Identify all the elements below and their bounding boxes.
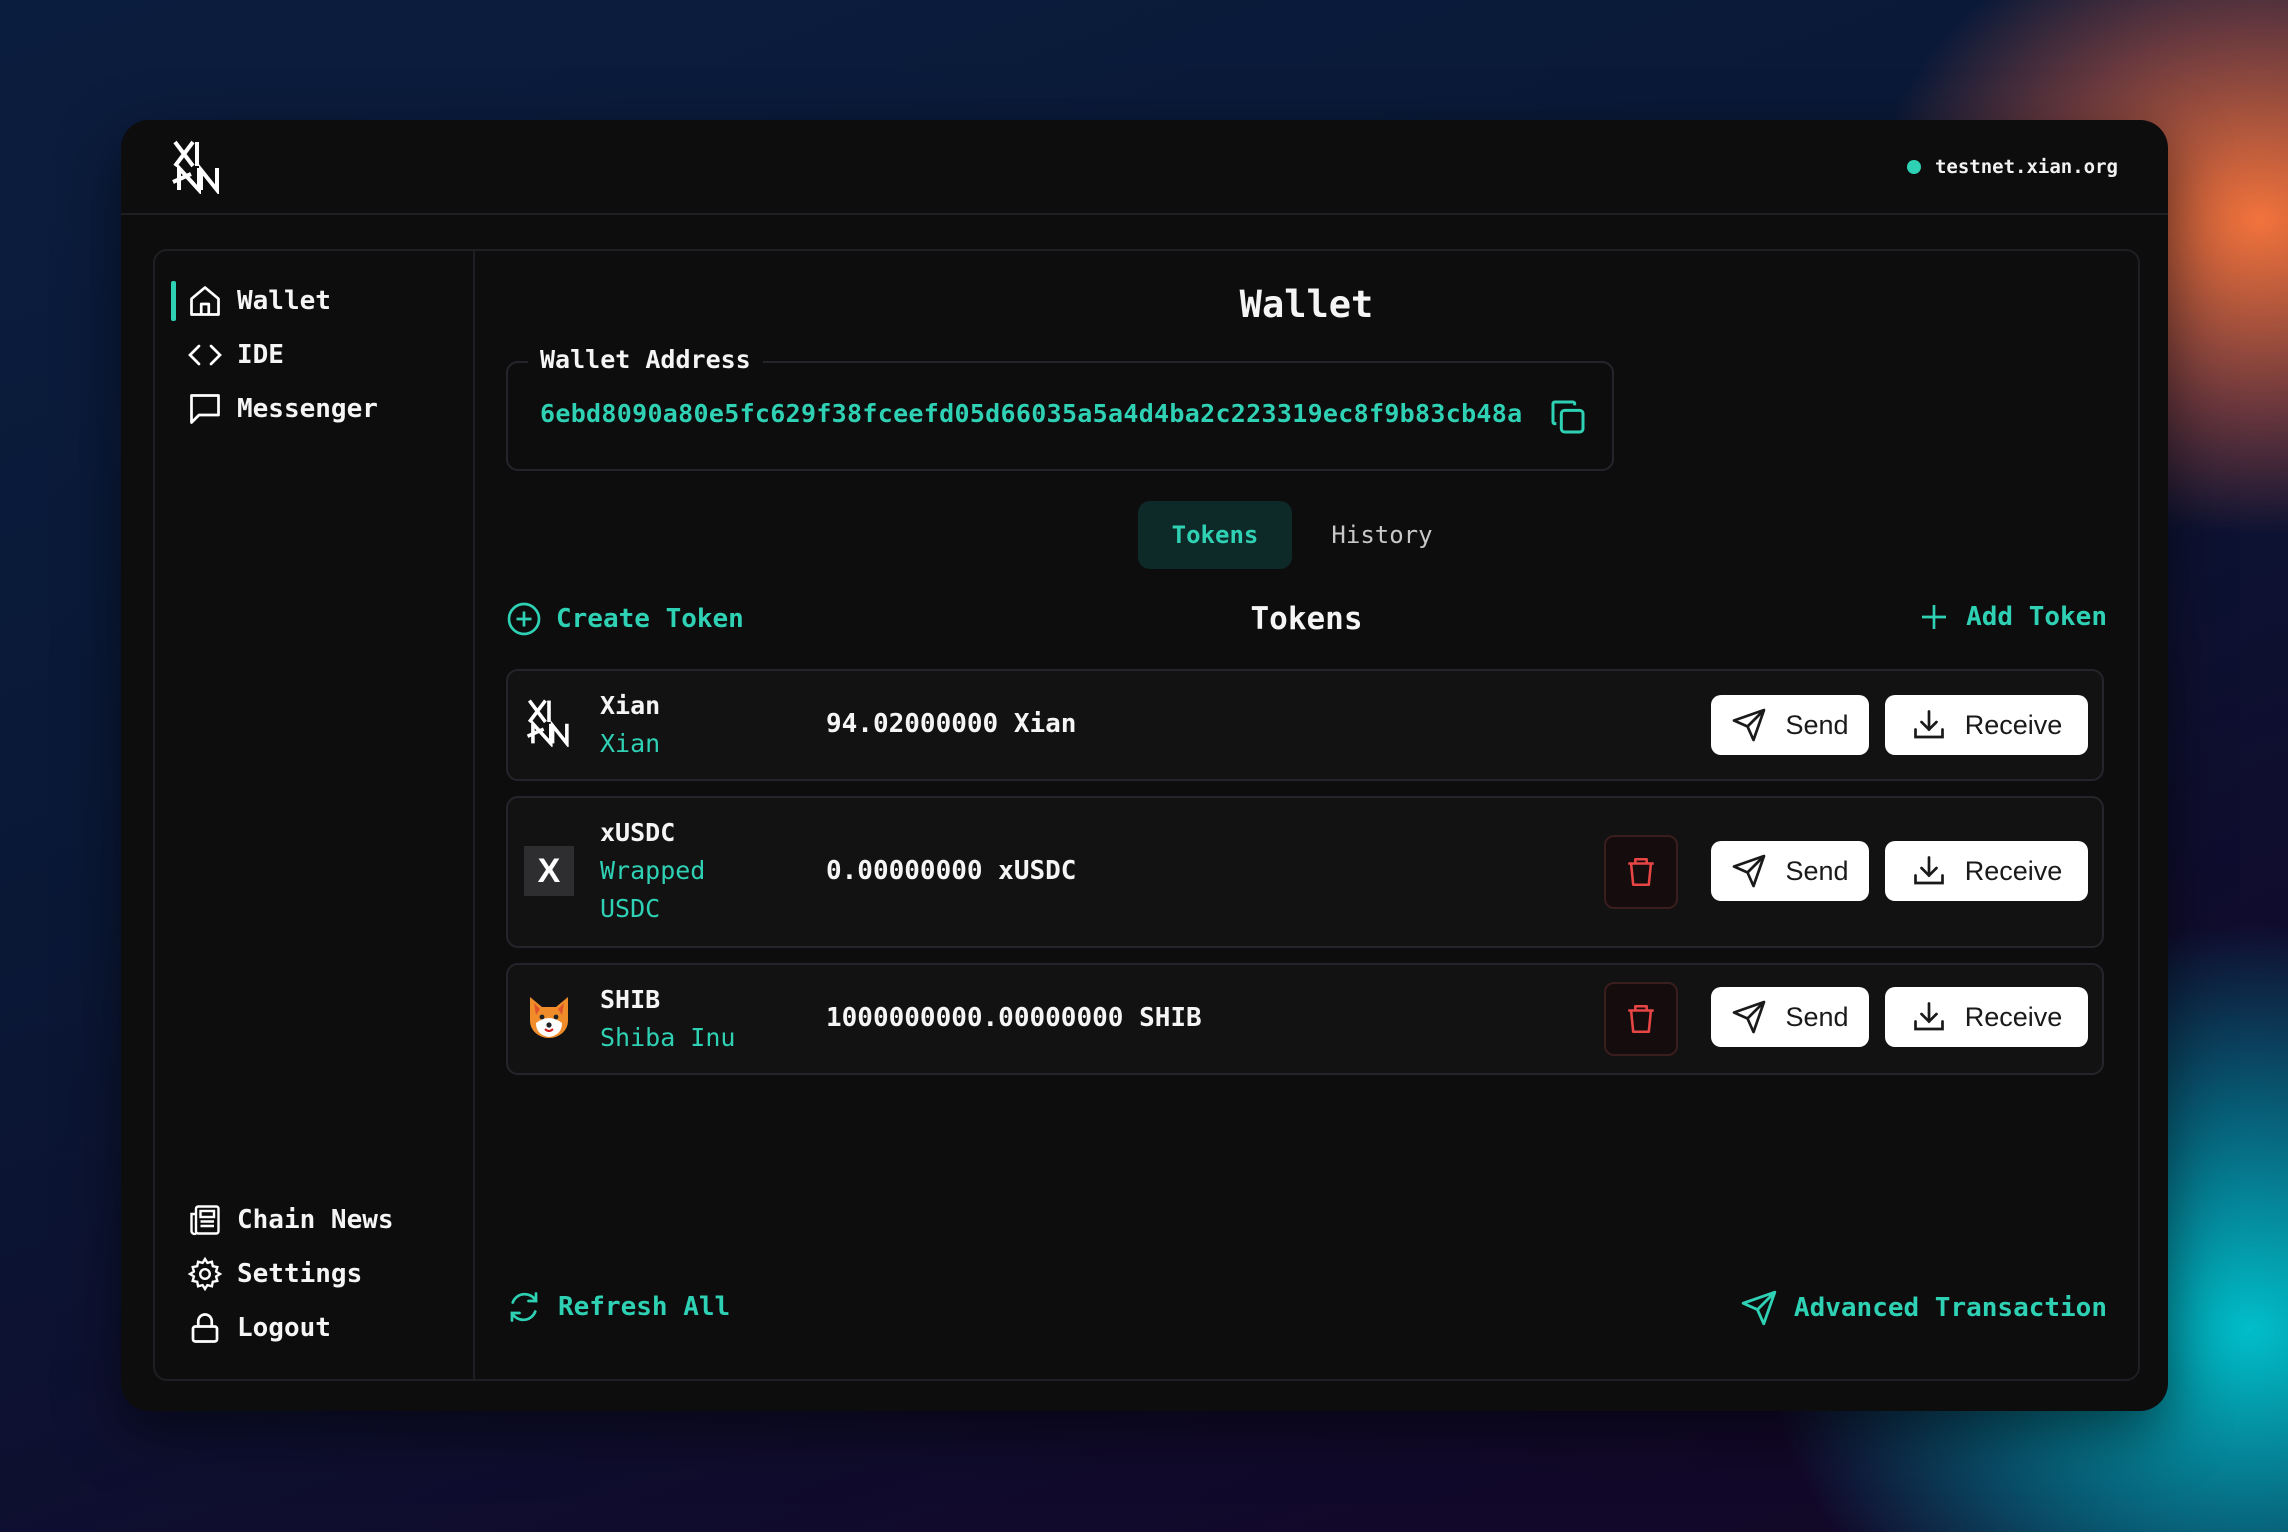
- message-icon: [190, 394, 220, 424]
- delete-token-button[interactable]: [1604, 982, 1678, 1056]
- sidebar-item-ide[interactable]: IDE: [187, 333, 284, 377]
- receive-label: Receive: [1964, 709, 2063, 740]
- sidebar-item-label: Logout: [237, 1313, 331, 1343]
- sidebar-item-label: Settings: [237, 1259, 363, 1289]
- status-dot: [1906, 160, 1921, 174]
- add-token-button[interactable]: Add Token: [1918, 601, 2107, 633]
- token-symbol: xUSDC: [600, 818, 676, 847]
- main-content: Wallet Wallet Address 6ebd8090a80e5fc629…: [475, 251, 2138, 1379]
- xian-logo-icon: [526, 699, 569, 747]
- code-icon: [188, 344, 222, 366]
- delete-token-button[interactable]: [1604, 835, 1678, 909]
- create-token-button[interactable]: Create Token: [506, 601, 744, 637]
- receive-button[interactable]: Receive: [1885, 695, 2088, 755]
- send-icon: [1733, 854, 1766, 888]
- send-icon: [1741, 1290, 1777, 1326]
- refresh-all-label: Refresh All: [558, 1292, 731, 1322]
- token-row: SHIB Shiba Inu 1000000000.00000000 SHIB …: [506, 963, 2104, 1075]
- newspaper-icon: [190, 1205, 220, 1236]
- wallet-address-box: Wallet Address 6ebd8090a80e5fc629f38fcee…: [506, 345, 1614, 471]
- x-token-icon: X: [524, 846, 574, 896]
- plus-circle-icon: [507, 602, 541, 636]
- xian-logo-icon[interactable]: [171, 138, 223, 194]
- receive-button[interactable]: Receive: [1885, 987, 2088, 1047]
- token-name: Wrapped USDC: [600, 856, 706, 923]
- sidebar-item-messenger[interactable]: Messenger: [187, 387, 378, 431]
- create-token-label: Create Token: [556, 604, 744, 634]
- receive-button[interactable]: Receive: [1885, 841, 2088, 901]
- download-icon: [1913, 1002, 1944, 1031]
- refresh-icon: [510, 1292, 538, 1322]
- download-icon: [1913, 856, 1944, 885]
- sidebar: Wallet IDE Messenger Chain News Settings…: [155, 251, 475, 1379]
- copy-icon[interactable]: [1548, 397, 1588, 437]
- receive-label: Receive: [1964, 855, 2063, 886]
- content-panel: Wallet IDE Messenger Chain News Settings…: [153, 249, 2140, 1381]
- send-icon: [1733, 708, 1766, 742]
- advanced-transaction-button[interactable]: Advanced Transaction: [1740, 1289, 2107, 1327]
- plus-icon: [1922, 605, 1947, 629]
- sidebar-item-label: Messenger: [237, 394, 378, 424]
- network-label: testnet.xian.org: [1934, 156, 2118, 178]
- refresh-all-button[interactable]: Refresh All: [506, 1289, 730, 1325]
- tab-bar: Tokens History: [1138, 501, 1462, 569]
- token-symbol: SHIB: [600, 985, 661, 1014]
- sidebar-item-label: Wallet: [237, 286, 331, 316]
- top-bar: testnet.xian.org: [121, 120, 2168, 215]
- gear-icon: [187, 1256, 223, 1292]
- token-name: Shiba Inu: [600, 1023, 736, 1052]
- send-icon: [1733, 1000, 1766, 1034]
- trash-icon: [1628, 857, 1654, 887]
- wallet-address-label: Wallet Address: [528, 345, 763, 374]
- sidebar-item-label: IDE: [237, 340, 284, 370]
- receive-label: Receive: [1964, 1001, 2063, 1032]
- token-row: X xUSDC Wrapped USDC 0.00000000 xUSDC Se…: [506, 796, 2104, 948]
- token-symbol: Xian: [600, 691, 661, 720]
- send-label: Send: [1785, 1001, 1849, 1032]
- send-label: Send: [1785, 855, 1849, 886]
- wallet-address[interactable]: 6ebd8090a80e5fc629f38fceefd05d66035a5a4d…: [540, 399, 1522, 428]
- send-button[interactable]: Send: [1711, 841, 1869, 901]
- download-icon: [1913, 710, 1944, 739]
- token-row: Xian Xian 94.02000000 Xian Send Receive: [506, 669, 2104, 781]
- sidebar-item-wallet[interactable]: Wallet: [187, 279, 331, 323]
- sidebar-item-chain-news[interactable]: Chain News: [187, 1198, 394, 1242]
- shiba-icon: [530, 997, 568, 1038]
- add-token-label: Add Token: [1966, 602, 2107, 632]
- token-name: Xian: [600, 729, 661, 758]
- lock-icon: [191, 1313, 219, 1343]
- send-button[interactable]: Send: [1711, 987, 1869, 1047]
- page-title: Wallet: [1239, 283, 1374, 326]
- tab-history[interactable]: History: [1302, 501, 1462, 569]
- sidebar-item-settings[interactable]: Settings: [187, 1252, 362, 1296]
- home-icon: [190, 286, 220, 316]
- send-button[interactable]: Send: [1711, 695, 1869, 755]
- token-balance: 1000000000.00000000 SHIB: [826, 1003, 1202, 1033]
- tab-tokens[interactable]: Tokens: [1138, 501, 1292, 569]
- sidebar-item-label: Chain News: [237, 1205, 394, 1235]
- send-label: Send: [1785, 709, 1849, 740]
- network-indicator: testnet.xian.org: [1906, 156, 2118, 178]
- trash-icon: [1628, 1004, 1654, 1034]
- active-indicator: [171, 281, 176, 321]
- app-window: testnet.xian.org Wallet IDE Messenger Ch…: [121, 120, 2168, 1411]
- sidebar-item-logout[interactable]: Logout: [187, 1306, 331, 1350]
- token-balance: 94.02000000 Xian: [826, 709, 1077, 739]
- advanced-transaction-label: Advanced Transaction: [1793, 1293, 2107, 1323]
- token-balance: 0.00000000 xUSDC: [826, 856, 1077, 886]
